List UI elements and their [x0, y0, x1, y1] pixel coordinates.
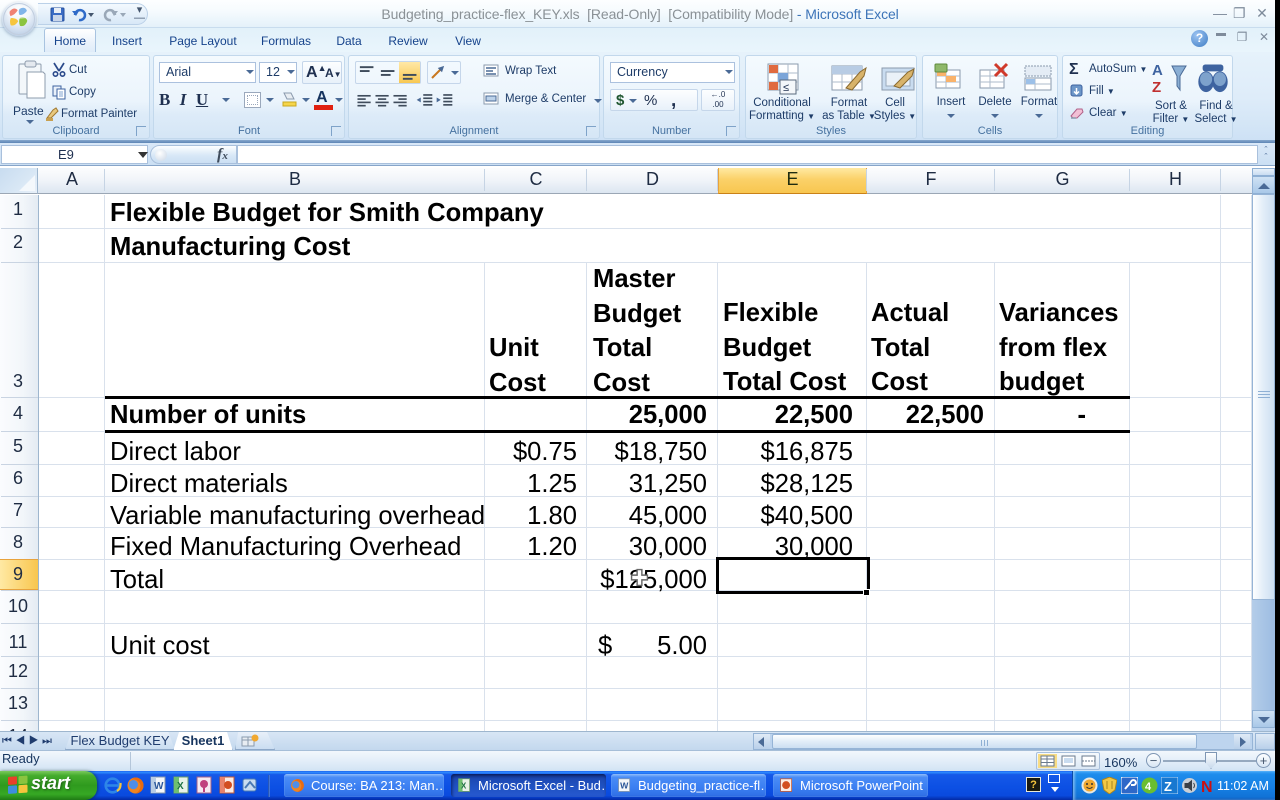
svg-text:A: A [1152, 62, 1163, 79]
svg-text:≤: ≤ [783, 82, 789, 94]
svg-text:W: W [620, 780, 629, 790]
svg-text:X: X [461, 781, 467, 790]
svg-text:X: X [177, 781, 184, 792]
svg-text:W: W [154, 781, 164, 792]
svg-text:Z: Z [1152, 79, 1161, 96]
svg-text:Z: Z [1164, 779, 1172, 794]
svg-text:N: N [1201, 779, 1213, 794]
svg-text:4: 4 [1145, 781, 1152, 793]
